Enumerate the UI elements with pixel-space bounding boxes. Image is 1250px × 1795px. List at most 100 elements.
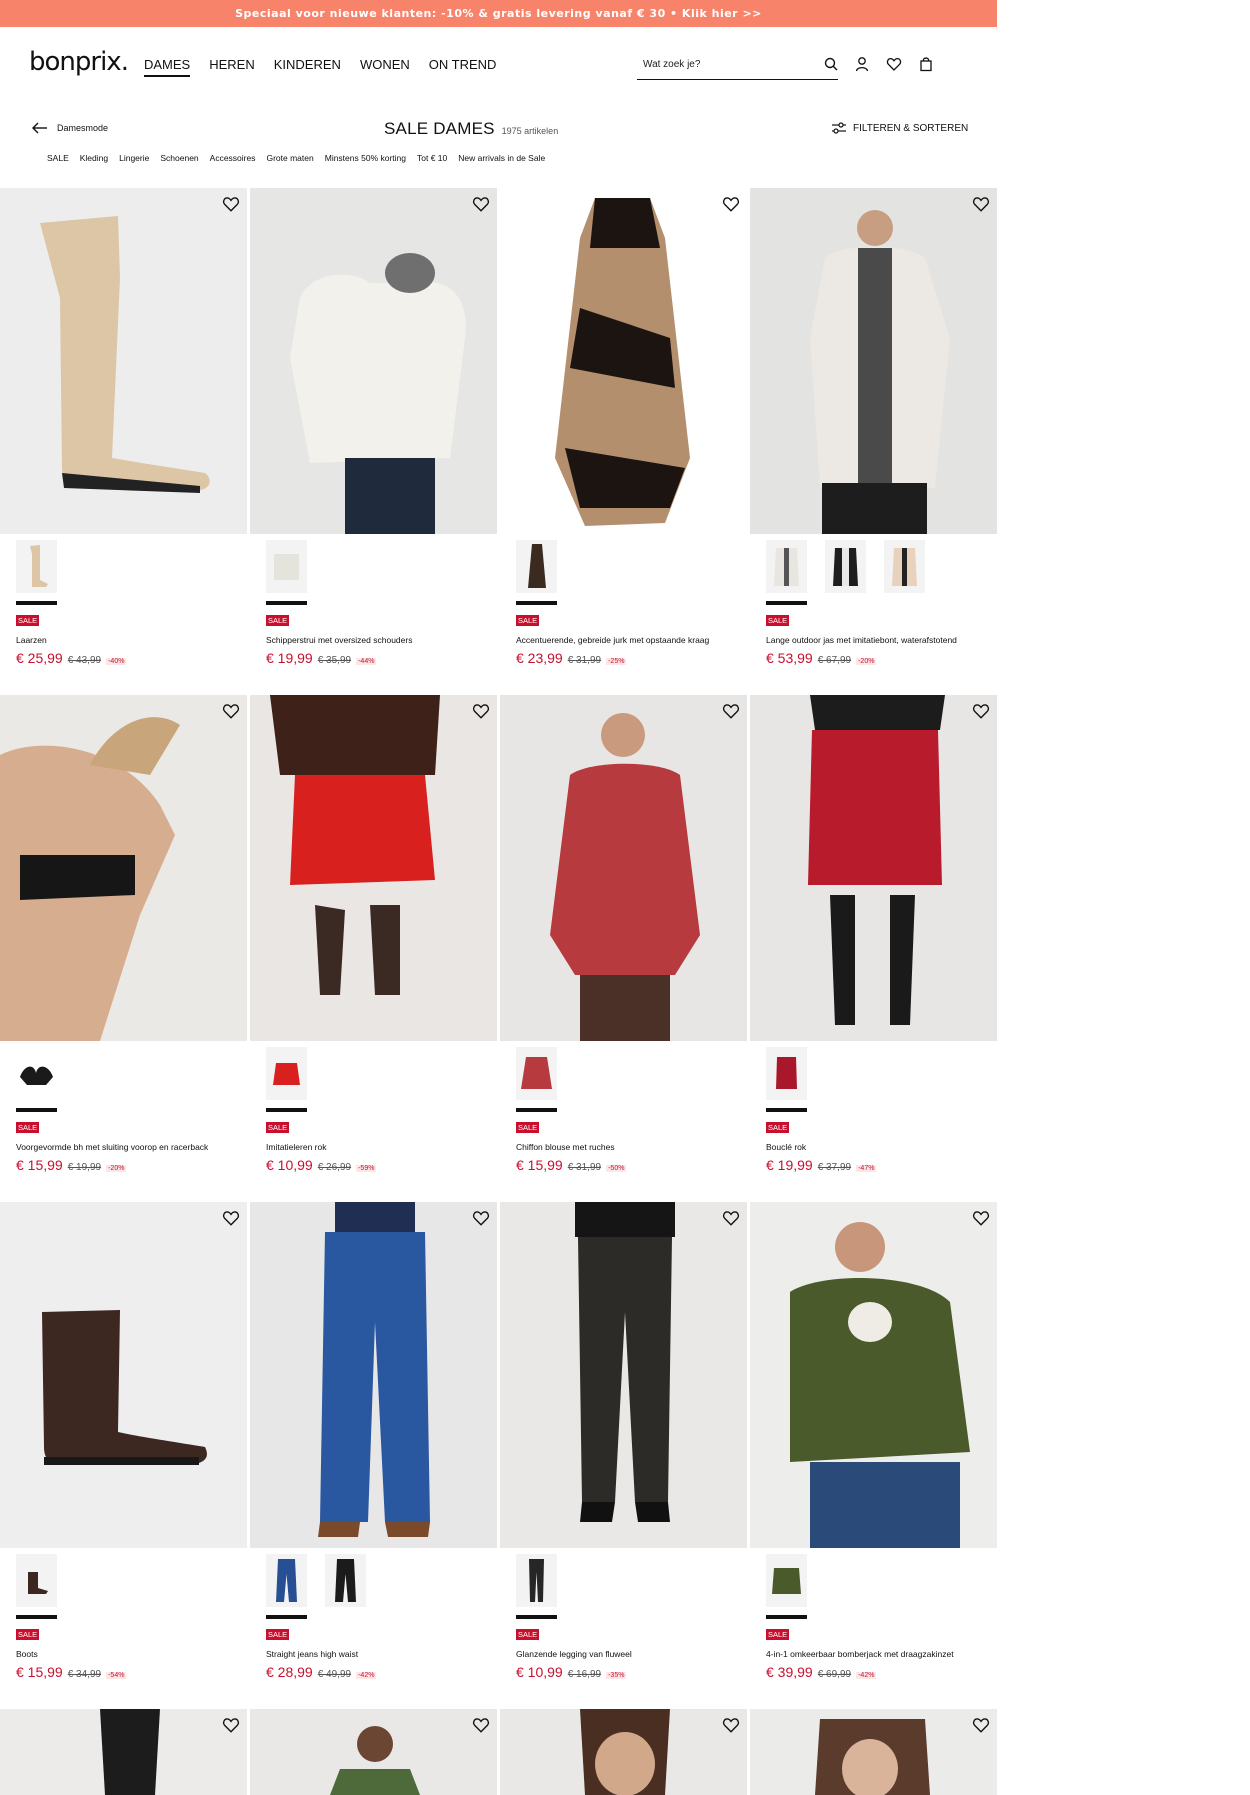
wishlist-heart-icon[interactable] xyxy=(222,1716,240,1734)
promo-banner[interactable]: Speciaal voor nieuwe klanten: -10% & gra… xyxy=(0,0,997,27)
product-name[interactable]: Laarzen xyxy=(16,635,47,645)
product-card[interactable] xyxy=(500,1709,747,1795)
wishlist-heart-icon[interactable] xyxy=(972,702,990,720)
product-name[interactable]: Accentuerende, gebreide jurk met opstaan… xyxy=(516,635,709,645)
product-name[interactable]: Imitatieleren rok xyxy=(266,1142,326,1152)
variant-thumbnail[interactable] xyxy=(16,540,57,605)
product-card[interactable]: SALE Lange outdoor jas met imitatiebont,… xyxy=(750,188,997,681)
nav-on-trend[interactable]: ON TREND xyxy=(429,57,497,77)
variant-thumbnail[interactable] xyxy=(766,1047,807,1112)
back-link[interactable]: Damesmode xyxy=(32,122,108,134)
product-card[interactable]: SALE Glanzende legging van fluweel € 10,… xyxy=(500,1202,747,1695)
variant-thumbnail[interactable] xyxy=(516,540,557,605)
product-image[interactable] xyxy=(750,695,997,1041)
product-image[interactable] xyxy=(250,1709,497,1795)
product-image[interactable] xyxy=(500,188,747,534)
product-image[interactable] xyxy=(500,1202,747,1548)
product-image[interactable] xyxy=(750,1709,997,1795)
product-name[interactable]: Voorgevormde bh met sluiting voorop en r… xyxy=(16,1142,208,1152)
cat-link-grote-maten[interactable]: Grote maten xyxy=(266,153,313,163)
wishlist-heart-icon[interactable] xyxy=(972,1716,990,1734)
product-image[interactable] xyxy=(0,695,247,1041)
product-name[interactable]: 4-in-1 omkeerbaar bomberjack met draagza… xyxy=(766,1649,954,1659)
product-image[interactable] xyxy=(0,1709,247,1795)
sale-badge: SALE xyxy=(766,615,790,626)
product-image[interactable] xyxy=(500,1709,747,1795)
search-input[interactable] xyxy=(637,58,807,70)
variant-thumbnail[interactable] xyxy=(884,540,925,593)
wishlist-heart-icon[interactable] xyxy=(472,702,490,720)
product-name[interactable]: Lange outdoor jas met imitatiebont, wate… xyxy=(766,635,957,645)
cat-link-sale[interactable]: SALE xyxy=(47,153,69,163)
wishlist-heart-icon[interactable] xyxy=(722,1716,740,1734)
product-card[interactable] xyxy=(750,1709,997,1795)
cat-link-schoenen[interactable]: Schoenen xyxy=(160,153,198,163)
cat-link-kleding[interactable]: Kleding xyxy=(80,153,108,163)
variant-thumbnail[interactable] xyxy=(266,1047,307,1112)
product-image[interactable] xyxy=(0,188,247,534)
promo-text[interactable]: Speciaal voor nieuwe klanten: -10% & gra… xyxy=(235,7,762,20)
product-name[interactable]: Glanzende legging van fluweel xyxy=(516,1649,632,1659)
product-card[interactable] xyxy=(0,1709,247,1795)
variant-thumbnail[interactable] xyxy=(325,1554,366,1607)
wishlist-heart-icon[interactable] xyxy=(472,1716,490,1734)
product-image[interactable] xyxy=(0,1202,247,1548)
variant-thumbnail[interactable] xyxy=(766,1554,807,1619)
nav-heren[interactable]: HEREN xyxy=(209,57,255,77)
wishlist-heart-icon[interactable] xyxy=(972,195,990,213)
product-card[interactable]: SALE Voorgevormde bh met sluiting voorop… xyxy=(0,695,247,1188)
product-image[interactable] xyxy=(750,1202,997,1548)
nav-kinderen[interactable]: KINDEREN xyxy=(274,57,341,77)
nav-dames[interactable]: DAMES xyxy=(144,57,191,77)
product-card[interactable] xyxy=(250,1709,497,1795)
product-card[interactable]: SALE Straight jeans high waist € 28,99 €… xyxy=(250,1202,497,1695)
wishlist-heart-icon[interactable] xyxy=(722,195,740,213)
product-name[interactable]: Chiffon blouse met ruches xyxy=(516,1142,615,1152)
variant-thumbnail[interactable] xyxy=(16,1554,57,1619)
cat-link-accessoires[interactable]: Accessoires xyxy=(210,153,256,163)
variant-thumbnail[interactable] xyxy=(516,1047,557,1112)
wishlist-heart-icon[interactable] xyxy=(222,195,240,213)
product-card[interactable]: SALE Accentuerende, gebreide jurk met op… xyxy=(500,188,747,681)
cart-icon[interactable] xyxy=(918,56,934,72)
product-card[interactable]: SALE 4-in-1 omkeerbaar bomberjack met dr… xyxy=(750,1202,997,1695)
product-name[interactable]: Schipperstrui met oversized schouders xyxy=(266,635,412,645)
product-card[interactable]: SALE Bouclé rok € 19,99 € 37,99 -47% xyxy=(750,695,997,1188)
product-image[interactable] xyxy=(500,695,747,1041)
product-image[interactable] xyxy=(250,188,497,534)
product-card[interactable]: SALE Chiffon blouse met ruches € 15,99 €… xyxy=(500,695,747,1188)
wishlist-heart-icon[interactable] xyxy=(472,1209,490,1227)
product-name[interactable]: Boots xyxy=(16,1649,38,1659)
cat-link-new-arrivals[interactable]: New arrivals in de Sale xyxy=(458,153,545,163)
cat-link-50-korting[interactable]: Minstens 50% korting xyxy=(325,153,406,163)
product-image[interactable] xyxy=(750,188,997,534)
wishlist-heart-icon[interactable] xyxy=(222,1209,240,1227)
nav-wonen[interactable]: WONEN xyxy=(360,57,410,77)
product-card[interactable]: SALE Laarzen € 25,99 € 43,99 -40% xyxy=(0,188,247,681)
product-image[interactable] xyxy=(250,1202,497,1548)
wishlist-heart-icon[interactable] xyxy=(722,1209,740,1227)
variant-thumbnail[interactable] xyxy=(266,540,307,605)
product-card[interactable]: SALE Boots € 15,99 € 34,99 -54% xyxy=(0,1202,247,1695)
product-image[interactable] xyxy=(250,695,497,1041)
variant-thumbnail[interactable] xyxy=(266,1554,307,1619)
wishlist-heart-icon[interactable] xyxy=(972,1209,990,1227)
wishlist-heart-icon[interactable] xyxy=(222,702,240,720)
logo[interactable]: bonprix. xyxy=(29,47,129,77)
product-name[interactable]: Straight jeans high waist xyxy=(266,1649,358,1659)
search-icon[interactable] xyxy=(824,57,838,71)
product-card[interactable]: SALE Schipperstrui met oversized schoude… xyxy=(250,188,497,681)
product-card[interactable]: SALE Imitatieleren rok € 10,99 € 26,99 -… xyxy=(250,695,497,1188)
variant-thumbnail[interactable] xyxy=(516,1554,557,1619)
cat-link-tot-10[interactable]: Tot € 10 xyxy=(417,153,447,163)
variant-thumbnail[interactable] xyxy=(825,540,866,593)
wishlist-icon[interactable] xyxy=(886,56,902,72)
account-icon[interactable] xyxy=(854,56,870,72)
cat-link-lingerie[interactable]: Lingerie xyxy=(119,153,149,163)
wishlist-heart-icon[interactable] xyxy=(722,702,740,720)
variant-thumbnail[interactable] xyxy=(16,1047,57,1112)
variant-thumbnail[interactable] xyxy=(766,540,807,605)
wishlist-heart-icon[interactable] xyxy=(472,195,490,213)
filter-sort-button[interactable]: FILTEREN & SORTEREN xyxy=(831,121,968,135)
product-name[interactable]: Bouclé rok xyxy=(766,1142,806,1152)
